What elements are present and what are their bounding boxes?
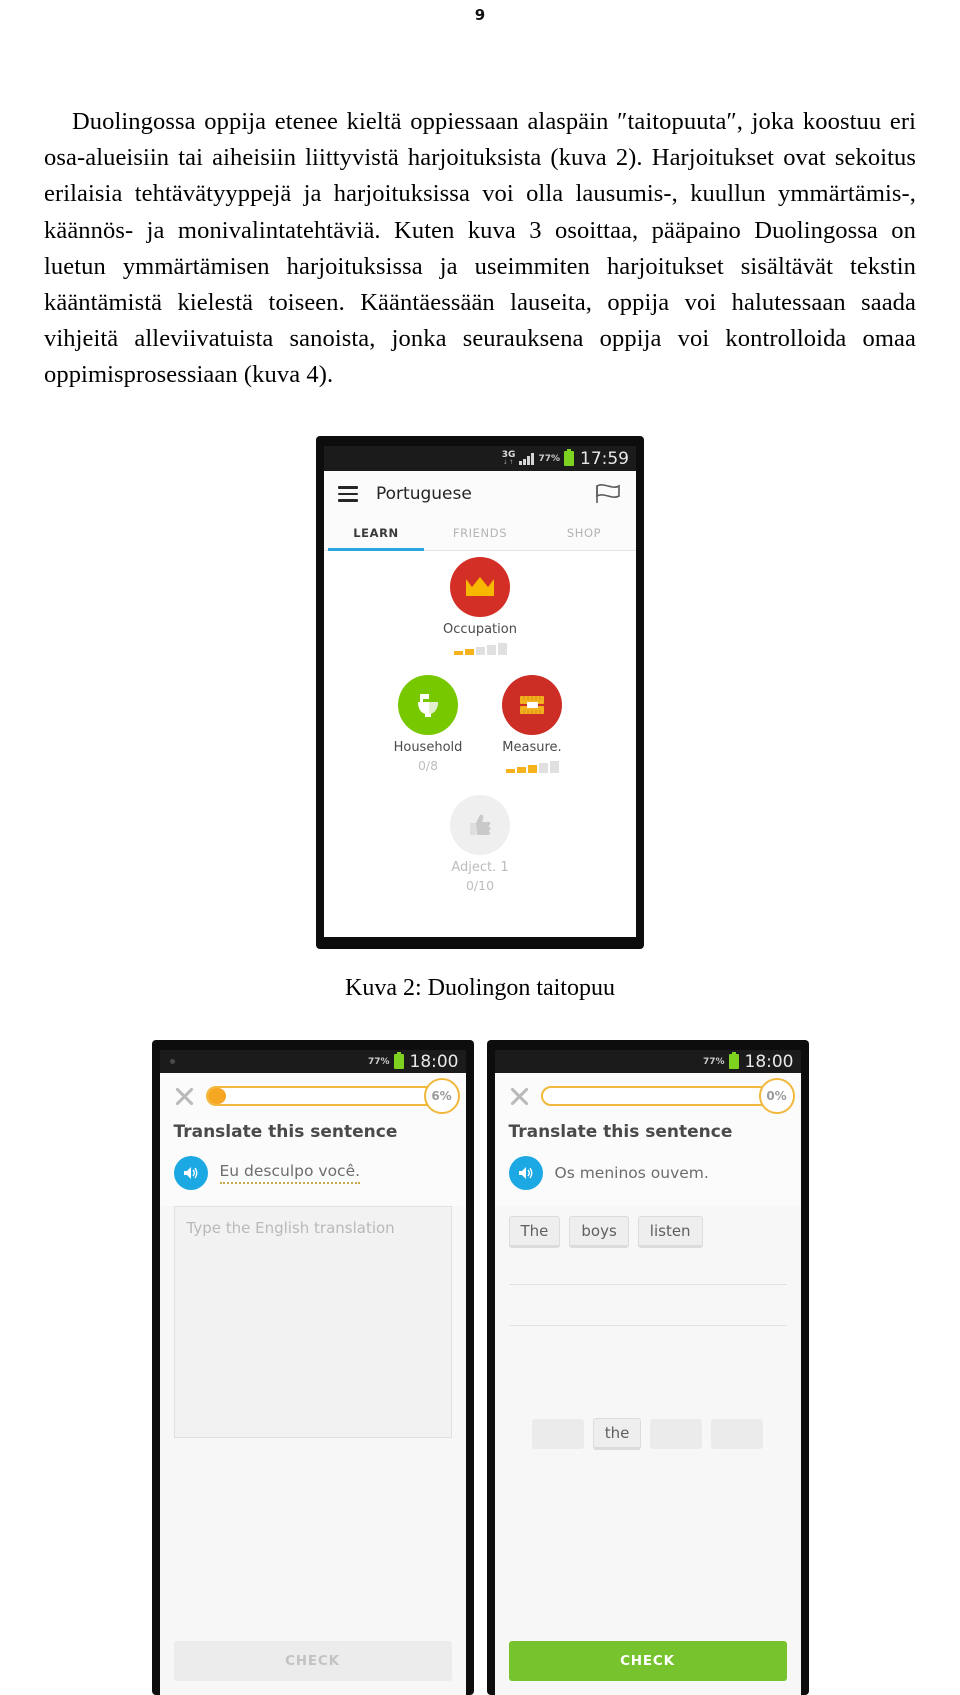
phone-screen-exercise-left: 77% 18:00 6% Translate this sentence Eu … [159, 1050, 466, 1695]
skill-label: Household [393, 740, 463, 755]
skill-label: Adject. 1 [451, 860, 509, 875]
tab-shop[interactable]: SHOP [532, 517, 636, 550]
lesson-progress-bar: 6% [205, 1078, 460, 1114]
battery-icon [393, 1052, 404, 1069]
selected-word-row: the [509, 1418, 787, 1450]
tab-friends[interactable]: FRIENDS [428, 517, 532, 550]
progress-percent-badge: 6% [423, 1078, 460, 1114]
skill-progress-count: 0/8 [417, 758, 439, 773]
skill-adjectives-1[interactable]: Adject. 1 0/10 [428, 795, 532, 893]
skill-measure[interactable]: Measure. [480, 675, 584, 773]
exercise-header: 6% [159, 1073, 466, 1122]
word-chip[interactable]: boys [569, 1216, 629, 1248]
word-placeholder [650, 1419, 703, 1449]
app-bar: Portuguese [324, 471, 636, 517]
speaker-icon[interactable] [173, 1156, 208, 1190]
answer-slot-line [508, 1254, 787, 1285]
figure-1-caption: Kuva 2: Duolingon taitopuu [345, 975, 615, 1001]
phone-device-exercise-right: 77% 18:00 0% Translate this sentence Os … [486, 1040, 809, 1695]
paragraph-text: Duolingossa oppija etenee kieltä oppiess… [44, 108, 916, 389]
status-bar: 77% 18:00 [159, 1050, 466, 1073]
exercise-header: 0% [494, 1073, 801, 1122]
check-button[interactable]: CHECK [173, 1641, 452, 1681]
page-number: 9 [474, 6, 486, 24]
speaker-glyph-icon [183, 1167, 197, 1179]
exercise-prompt: Translate this sentence [494, 1122, 801, 1142]
exercise-prompt: Translate this sentence [159, 1122, 466, 1142]
word-chip[interactable]: listen [637, 1216, 703, 1248]
figure-1: 3G ↓↑ 77% 17:59 Portuguese LEARN FRIENDS… [0, 436, 960, 949]
network-arrows-label: ↓↑ [502, 458, 515, 466]
figure-2: 77% 18:00 6% Translate this sentence Eu … [0, 1040, 960, 1695]
check-button[interactable]: CHECK [508, 1641, 787, 1681]
word-chip-row: The boys listen [508, 1216, 787, 1248]
skill-progress-segments [428, 643, 532, 655]
skill-row-1: Occupation [324, 557, 636, 655]
clock-label: 18:00 [744, 1051, 794, 1072]
status-bar: 77% 18:00 [494, 1050, 801, 1073]
speaker-icon[interactable] [508, 1156, 543, 1190]
flag-icon[interactable] [594, 483, 622, 505]
notification-dot-icon [169, 1059, 175, 1064]
tab-learn[interactable]: LEARN [324, 517, 428, 550]
status-bar: 3G ↓↑ 77% 17:59 [324, 446, 636, 471]
word-chip[interactable]: The [508, 1216, 561, 1248]
battery-percent-label: 77% [702, 1056, 725, 1067]
hamburger-icon[interactable] [338, 486, 358, 502]
skill-progress-segments [480, 761, 584, 773]
phone-device-skilltree: 3G ↓↑ 77% 17:59 Portuguese LEARN FRIENDS… [316, 436, 644, 949]
skill-label: Occupation [443, 622, 517, 637]
body-paragraph: Duolingossa oppija etenee kieltä oppiess… [44, 104, 916, 394]
battery-icon [564, 449, 574, 466]
skill-row-2: Household 0/8 Measure. [324, 675, 636, 773]
progress-fill [207, 1088, 226, 1104]
skill-icon-circle[interactable] [398, 675, 458, 735]
skill-icon-circle[interactable] [502, 675, 562, 735]
source-sentence[interactable]: Os meninos ouvem. [555, 1164, 709, 1182]
answer-slot-line [508, 1295, 787, 1326]
clock-label: 17:59 [580, 448, 629, 469]
network-type-indicator: 3G ↓↑ [502, 450, 516, 467]
word-bank: The boys listen the [495, 1206, 801, 1450]
skill-progress-count: 0/10 [465, 878, 495, 893]
close-icon[interactable] [507, 1084, 531, 1108]
speaker-glyph-icon [518, 1167, 532, 1179]
exercise-sentence-row: Os meninos ouvem. [494, 1142, 801, 1206]
exercise-sentence-row: Eu desculpo você. [159, 1142, 466, 1206]
thumbs-up-icon [470, 814, 491, 835]
phone-device-exercise-left: 77% 18:00 6% Translate this sentence Eu … [151, 1040, 474, 1695]
skill-label: Measure. [502, 740, 562, 755]
toilet-icon [418, 694, 438, 717]
clock-label: 18:00 [409, 1051, 459, 1072]
close-icon[interactable] [172, 1084, 196, 1108]
phone-screen-skilltree: 3G ↓↑ 77% 17:59 Portuguese LEARN FRIENDS… [324, 446, 636, 937]
battery-percent-label: 77% [538, 453, 560, 464]
skill-tree: Occupation Household 0/8 Measure. Adject… [324, 551, 636, 893]
skill-household[interactable]: Household 0/8 [376, 675, 480, 773]
battery-icon [728, 1052, 739, 1069]
active-tab-indicator [328, 548, 424, 551]
ruler-icon [520, 696, 544, 714]
tab-bar: LEARN FRIENDS SHOP [324, 517, 636, 551]
progress-track [540, 1086, 789, 1106]
skill-icon-circle[interactable] [450, 557, 510, 617]
word-placeholder [531, 1419, 584, 1449]
page-title: Portuguese [376, 484, 472, 504]
crown-icon [466, 577, 494, 596]
skill-row-3: Adject. 1 0/10 [324, 795, 636, 893]
phone-screen-exercise-right: 77% 18:00 0% Translate this sentence Os … [494, 1050, 801, 1695]
lesson-progress-bar: 0% [540, 1078, 795, 1114]
selected-word-chip[interactable]: the [592, 1418, 642, 1450]
progress-percent-badge: 0% [758, 1078, 795, 1114]
source-sentence[interactable]: Eu desculpo você. [219, 1162, 361, 1184]
translation-input[interactable]: Type the English translation [173, 1206, 452, 1438]
progress-track [205, 1086, 454, 1106]
word-placeholder [711, 1419, 764, 1449]
skill-occupation[interactable]: Occupation [428, 557, 532, 655]
signal-strength-icon [519, 452, 535, 465]
battery-percent-label: 77% [367, 1056, 390, 1067]
skill-icon-circle[interactable] [450, 795, 510, 855]
